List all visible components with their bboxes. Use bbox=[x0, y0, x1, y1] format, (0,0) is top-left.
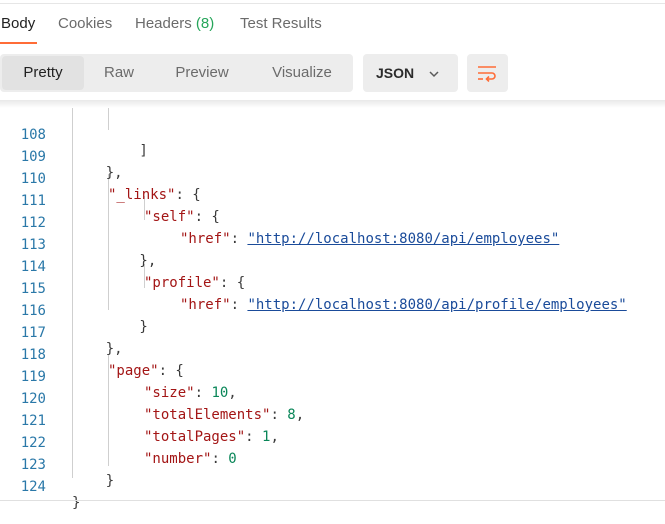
wrap-lines-button[interactable] bbox=[467, 54, 508, 92]
code-line: 116 } bbox=[0, 284, 665, 335]
tab-body-label: Body bbox=[1, 15, 36, 32]
code-line: 118 "page": { bbox=[0, 328, 665, 379]
code-line: 115 "href": "http://localhost:8080/api/p… bbox=[0, 262, 665, 313]
view-visualize-button[interactable]: Visualize bbox=[256, 56, 348, 90]
tab-test-results-label: Test Results bbox=[240, 15, 322, 32]
tab-cookies[interactable]: Cookies bbox=[58, 15, 112, 32]
code-line: 112 "href": "http://localhost:8080/api/e… bbox=[0, 196, 665, 247]
code-text: } bbox=[72, 495, 81, 511]
code-line: 113 }, bbox=[0, 218, 665, 269]
line-number: 124 bbox=[20, 479, 46, 495]
format-select-value: JSON bbox=[376, 65, 415, 81]
code-line: 120 "totalElements": 8, bbox=[0, 372, 665, 423]
chevron-down-icon bbox=[428, 67, 440, 85]
code-line: 109 }, bbox=[0, 130, 665, 181]
code-line: 123 } bbox=[0, 438, 665, 489]
code-line: 117 }, bbox=[0, 306, 665, 357]
code-line: 121 "totalPages": 1, bbox=[0, 394, 665, 445]
view-raw-button[interactable]: Raw bbox=[90, 56, 148, 90]
code-line: 110 "_links": { bbox=[0, 152, 665, 203]
headers-count: (8) bbox=[195, 15, 215, 32]
view-mode-selector: Pretty Raw Preview Visualize bbox=[0, 54, 353, 92]
code-line: 119 "size": 10, bbox=[0, 350, 665, 401]
code-line: 108 ] bbox=[0, 108, 665, 159]
response-toolbar: Pretty Raw Preview Visualize JSON bbox=[0, 54, 665, 92]
tab-headers-label: Headers bbox=[135, 15, 192, 32]
code-line: 114 "profile": { bbox=[0, 240, 665, 291]
toolbar-shadow bbox=[0, 100, 665, 108]
view-pretty-button[interactable]: Pretty bbox=[2, 56, 84, 90]
code-line: 124 } bbox=[0, 460, 665, 511]
tab-cookies-label: Cookies bbox=[58, 15, 113, 32]
format-select[interactable]: JSON bbox=[363, 54, 458, 92]
active-tab-indicator bbox=[0, 42, 37, 44]
bottom-divider bbox=[0, 500, 665, 501]
tab-body[interactable]: Body bbox=[1, 15, 35, 32]
response-tabs: Body Cookies Headers (8) Test Results bbox=[0, 4, 665, 44]
code-line: 111 "self": { bbox=[0, 174, 665, 225]
view-preview-button[interactable]: Preview bbox=[158, 56, 246, 90]
tab-test-results[interactable]: Test Results bbox=[240, 15, 322, 32]
tab-headers[interactable]: Headers (8) bbox=[135, 15, 214, 32]
code-line: 122 "number": 0 bbox=[0, 416, 665, 467]
